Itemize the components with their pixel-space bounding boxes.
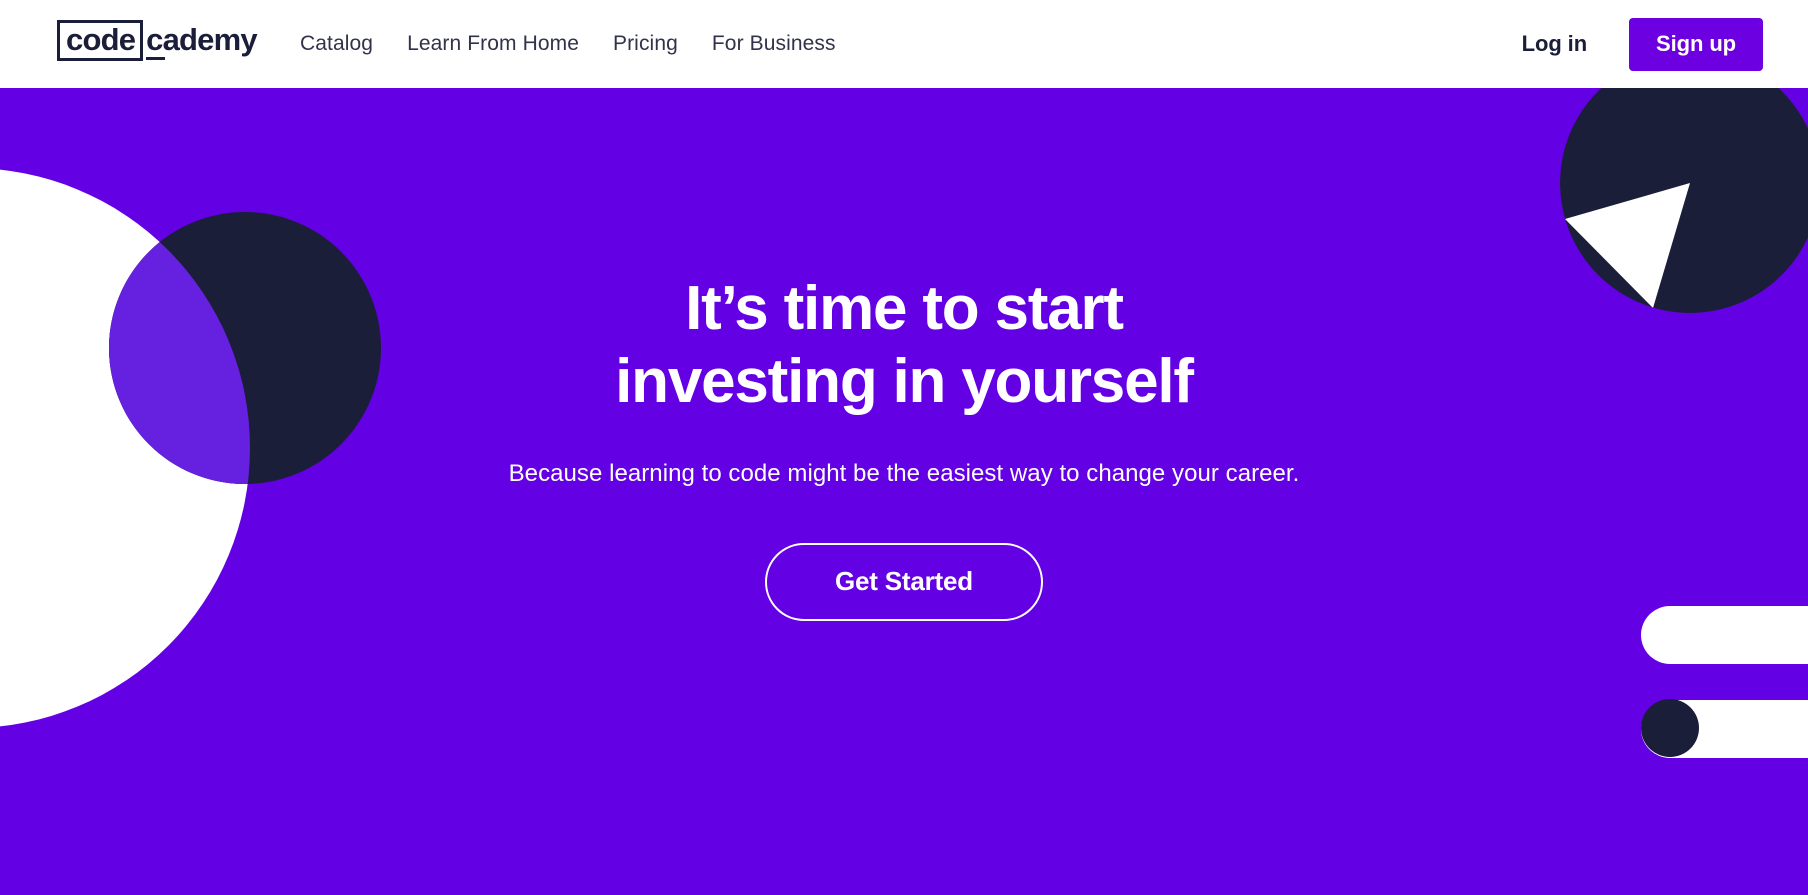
codecademy-logo[interactable]: code cademy xyxy=(57,20,258,61)
main-nav: Catalog Learn From Home Pricing For Busi… xyxy=(300,0,836,88)
site-header: code cademy Catalog Learn From Home Pric… xyxy=(0,0,1808,88)
logo-box: code xyxy=(57,20,144,61)
signup-button[interactable]: Sign up xyxy=(1629,17,1763,71)
decor-navy-dot-bottom xyxy=(1641,699,1699,757)
hero-decorative-shapes xyxy=(0,88,1808,758)
logo-underline-mark xyxy=(146,56,166,60)
page-root: code cademy Catalog Learn From Home Pric… xyxy=(0,0,1808,895)
logo-boxed-text: code xyxy=(66,22,136,57)
nav-item-catalog[interactable]: Catalog xyxy=(300,32,373,56)
login-link[interactable]: Log in xyxy=(1522,31,1587,57)
logo-rest-text: cademy xyxy=(146,22,257,57)
nav-item-for-business[interactable]: For Business xyxy=(712,32,836,56)
nav-item-pricing[interactable]: Pricing xyxy=(613,32,678,56)
decor-white-bar-upper xyxy=(1641,606,1808,664)
nav-item-learn-from-home[interactable]: Learn From Home xyxy=(407,32,579,56)
hero-section: It’s time to start investing in yourself… xyxy=(0,88,1808,895)
logo-rest: cademy xyxy=(143,20,258,60)
get-started-button[interactable]: Get Started xyxy=(765,543,1043,622)
header-actions: Log in Sign up xyxy=(1522,0,1763,88)
